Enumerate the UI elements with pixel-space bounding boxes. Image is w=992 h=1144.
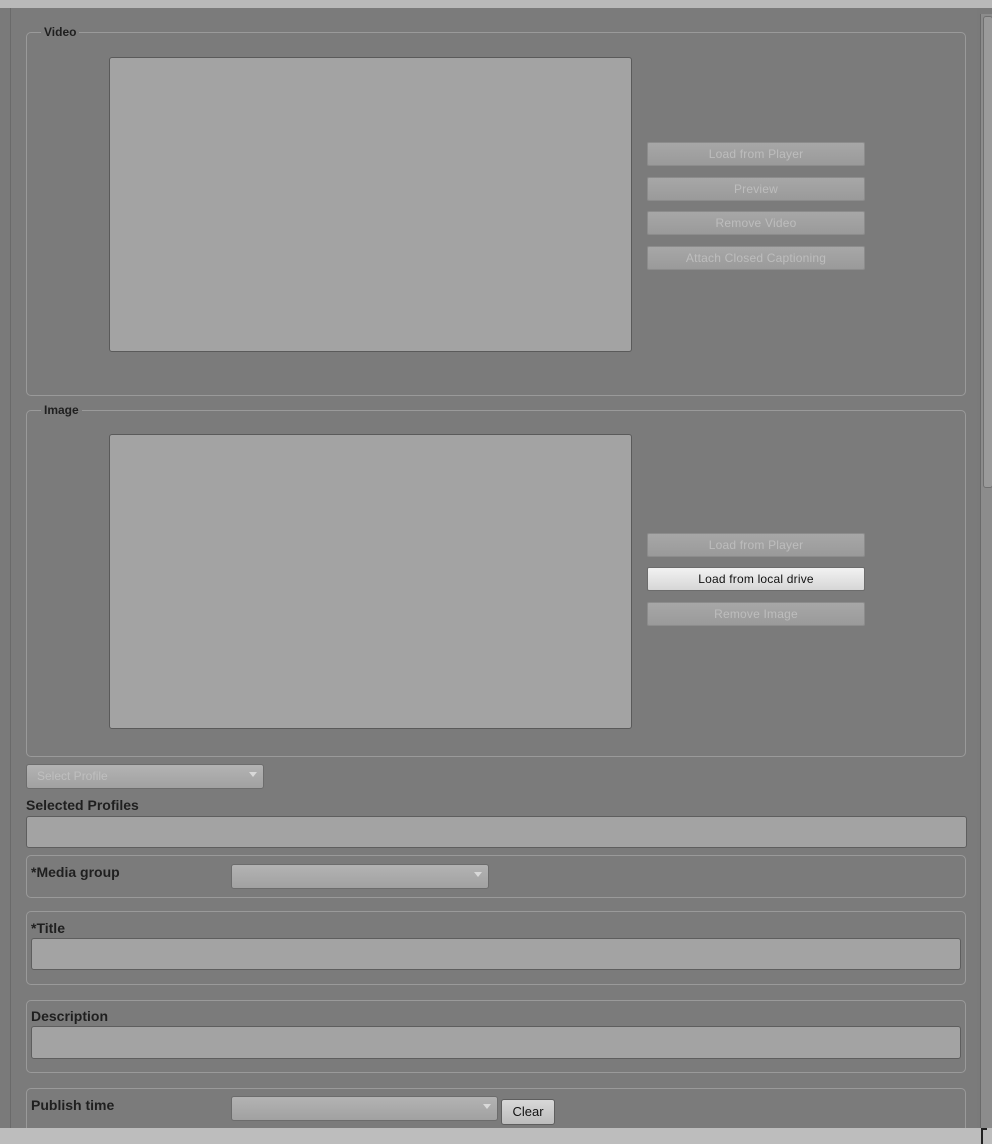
- remove-video-button[interactable]: Remove Video: [647, 211, 865, 235]
- selected-profiles-field[interactable]: [26, 816, 967, 848]
- publish-time-dropdown[interactable]: [231, 1096, 498, 1121]
- description-label: Description: [31, 1008, 109, 1024]
- chevron-down-icon: [474, 872, 482, 877]
- title-label: *Title: [31, 920, 65, 936]
- video-preview-button[interactable]: Preview: [647, 177, 865, 201]
- selected-profiles-label: Selected Profiles: [26, 797, 139, 813]
- window-top-edge: [0, 0, 992, 8]
- description-input[interactable]: [31, 1026, 961, 1059]
- image-legend: Image: [44, 403, 79, 417]
- select-profile-dropdown[interactable]: Select Profile: [26, 764, 264, 789]
- chevron-down-icon: [249, 772, 257, 777]
- media-group-label: *Media group: [31, 864, 120, 880]
- image-load-from-player-button[interactable]: Load from Player: [647, 533, 865, 557]
- scrollbar-thumb[interactable]: [983, 16, 992, 488]
- remove-image-button[interactable]: Remove Image: [647, 602, 865, 626]
- attach-closed-captioning-button[interactable]: Attach Closed Captioning: [647, 246, 865, 270]
- select-profile-placeholder: Select Profile: [37, 769, 108, 783]
- video-legend: Video: [44, 25, 77, 39]
- load-from-local-drive-button[interactable]: Load from local drive: [647, 567, 865, 591]
- chevron-down-icon: [483, 1104, 491, 1109]
- media-group-dropdown[interactable]: [231, 864, 489, 889]
- image-preview: [109, 434, 632, 729]
- title-input[interactable]: [31, 938, 961, 970]
- media-group-section: [26, 855, 966, 898]
- publish-time-clear-button[interactable]: Clear: [501, 1099, 555, 1125]
- video-load-from-player-button[interactable]: Load from Player: [647, 142, 865, 166]
- video-preview: [109, 57, 632, 352]
- resize-corner-icon[interactable]: [981, 1128, 987, 1144]
- publish-time-label: Publish time: [31, 1097, 115, 1113]
- bottom-edge: [0, 1128, 992, 1144]
